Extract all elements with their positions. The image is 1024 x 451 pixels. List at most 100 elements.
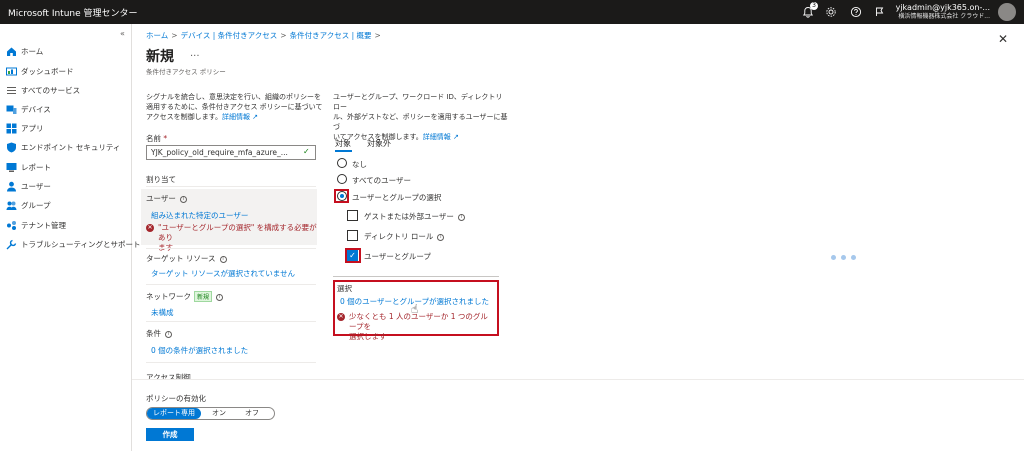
required-marker: * [163,134,168,143]
error-icon: ✕ [146,224,154,232]
info-icon[interactable]: i [165,330,172,338]
radio-all-users-label: すべてのユーザー [352,176,412,185]
policy-name-input[interactable]: YJK_policy_old_require_mfa_azure_... [146,145,316,160]
info-icon[interactable]: i [179,195,187,203]
description-text: アクセスを制御します。 [146,113,222,121]
tab-exclude[interactable]: 対象外 [367,138,391,149]
checkbox-label-text: ディレクトリ ロール [364,232,434,241]
checkbox-directory-roles-label: ディレクトリ ロール i [364,231,445,242]
radio-none[interactable] [337,158,347,168]
nav-item-label: すべてのサービス [21,85,81,95]
conditions-label: 条件 i [146,328,172,339]
divider [146,321,316,322]
app-title[interactable]: Microsoft Intune 管理センター [8,6,138,19]
info-icon[interactable]: i [457,213,465,221]
collapse-nav-button[interactable]: « [120,29,125,38]
radio-select-users-groups[interactable] [337,191,347,201]
option-on[interactable]: オン [206,408,232,419]
learn-more-link[interactable]: 詳細情報 [423,133,451,141]
checkbox-label-text: ゲストまたは外部ユーザー [364,212,454,221]
settings-gear-icon[interactable] [825,6,837,18]
select-error-text: 少なくとも 1 人のユーザーか 1 つのグループを 選択します [349,312,495,342]
radio-all-users[interactable] [337,174,347,184]
dashboard-icon [6,66,17,77]
nav-item-devices[interactable]: デバイス [6,102,51,116]
external-link-icon: ↗ [249,113,259,121]
target-resources-link[interactable]: ターゲット リソースが選択されていません [151,268,295,279]
breadcrumb-devices-ca[interactable]: デバイス | 条件付きアクセス [181,31,278,40]
new-badge: 新規 [194,291,213,302]
account-email: yjkadmin@yjk365.on-... [895,3,990,12]
radio-select-users-groups-label: ユーザーとグループの選択 [352,193,442,202]
nav-item-dashboard[interactable]: ダッシュボード [6,64,74,78]
checkbox-users-groups[interactable]: ✓ [347,250,358,261]
description-line: ユーザーとグループ、ワークロード ID、ディレクトリ ロー [333,93,503,111]
external-link-icon: ↗ [450,133,459,141]
network-link[interactable]: 未構成 [151,307,174,318]
create-button[interactable]: 作成 [146,428,194,441]
checkbox-guest-users-label: ゲストまたは外部ユーザー i [364,211,465,222]
nav-item-tenant-admin[interactable]: テナント管理 [6,218,66,232]
tab-include[interactable]: 対象 [335,138,351,149]
loading-indicator [831,255,856,260]
divider [146,248,316,249]
description-line: シグナルを統合し、意思決定を行い、組織のポリシーを [146,93,321,101]
name-label: 名前 * [146,133,167,144]
breadcrumb-ca-overview[interactable]: 条件付きアクセス | 概要 [290,31,372,40]
enable-policy-label: ポリシーの有効化 [146,394,206,403]
top-bar: Microsoft Intune 管理センター 3 yjkadmin@yjk36… [0,0,1024,24]
more-options-button[interactable]: ... [190,48,200,59]
nav-item-endpoint-security[interactable]: エンドポイント セキュリティ [6,140,120,154]
learn-more-link[interactable]: 詳細情報 [222,113,250,121]
nav-item-groups[interactable]: グループ [6,198,51,212]
feedback-icon[interactable] [874,6,886,18]
apps-icon [6,123,17,134]
breadcrumb-separator: > [280,31,287,40]
nav-item-label: テナント管理 [21,220,66,230]
option-off[interactable]: オフ [239,408,265,419]
option-report-only[interactable]: レポート専用 [147,408,201,419]
conditions-label-text: 条件 [146,329,161,338]
error-line: "ユーザーとグループの選択" を構成する必要があり [158,223,317,242]
policy-description: シグナルを統合し、意思決定を行い、組織のポリシーを 適用するために、条件付きアク… [146,92,326,122]
nav-item-reports[interactable]: レポート [6,160,51,174]
info-icon[interactable]: i [216,293,224,301]
account-menu[interactable]: yjkadmin@yjk365.on-... 横浜情報機器株式会社 クラウド..… [896,3,990,21]
account-organization: 横浜情報機器株式会社 クラウド... [898,13,990,20]
network-label-text: ネットワーク [146,292,191,301]
nav-item-label: ユーザー [21,181,51,191]
error-line: 選択します [349,332,387,341]
nav-item-label: レポート [21,162,51,172]
description-line: ル、外部ゲストなど、ポリシーを適用するユーザーに基づ [333,113,508,131]
select-label: 選択 [337,284,352,293]
breadcrumb-home[interactable]: ホーム [146,31,168,40]
list-icon [6,85,17,96]
nav-item-label: ホーム [21,46,44,56]
checkmark-icon: ✓ [303,147,310,156]
avatar[interactable] [998,3,1016,21]
assignments-heading: 割り当て [146,175,176,184]
nav-item-apps[interactable]: アプリ [6,121,44,135]
error-icon: ✕ [337,313,345,321]
description-line: アクセスを制御します。詳細情報 ↗ [146,112,326,122]
breadcrumb-separator: > [171,31,178,40]
info-icon[interactable]: i [437,233,445,241]
nav-item-users[interactable]: ユーザー [6,179,51,193]
page-subtitle: 条件付きアクセス ポリシー [146,68,226,76]
conditions-link[interactable]: 0 個の条件が選択されました [151,345,248,356]
select-error-message: ✕ 少なくとも 1 人のユーザーか 1 つのグループを 選択します [337,312,495,342]
checkbox-directory-roles[interactable] [347,230,358,241]
info-icon[interactable]: i [219,255,227,263]
user-icon [6,181,17,192]
help-icon[interactable] [850,6,862,18]
reports-icon [6,162,17,173]
nav-item-all-services[interactable]: すべてのサービス [6,83,80,97]
close-button[interactable]: ✕ [998,32,1008,46]
nav-item-home[interactable]: ホーム [6,44,43,58]
radio-none-label: なし [352,160,367,169]
tenant-icon [6,220,17,231]
users-value-link[interactable]: 組み込まれた特定のユーザー [151,210,248,221]
nav-item-label: グループ [21,200,51,210]
nav-item-troubleshooting[interactable]: トラブルシューティングとサポート [6,237,141,251]
checkbox-guest-users[interactable] [347,210,358,221]
